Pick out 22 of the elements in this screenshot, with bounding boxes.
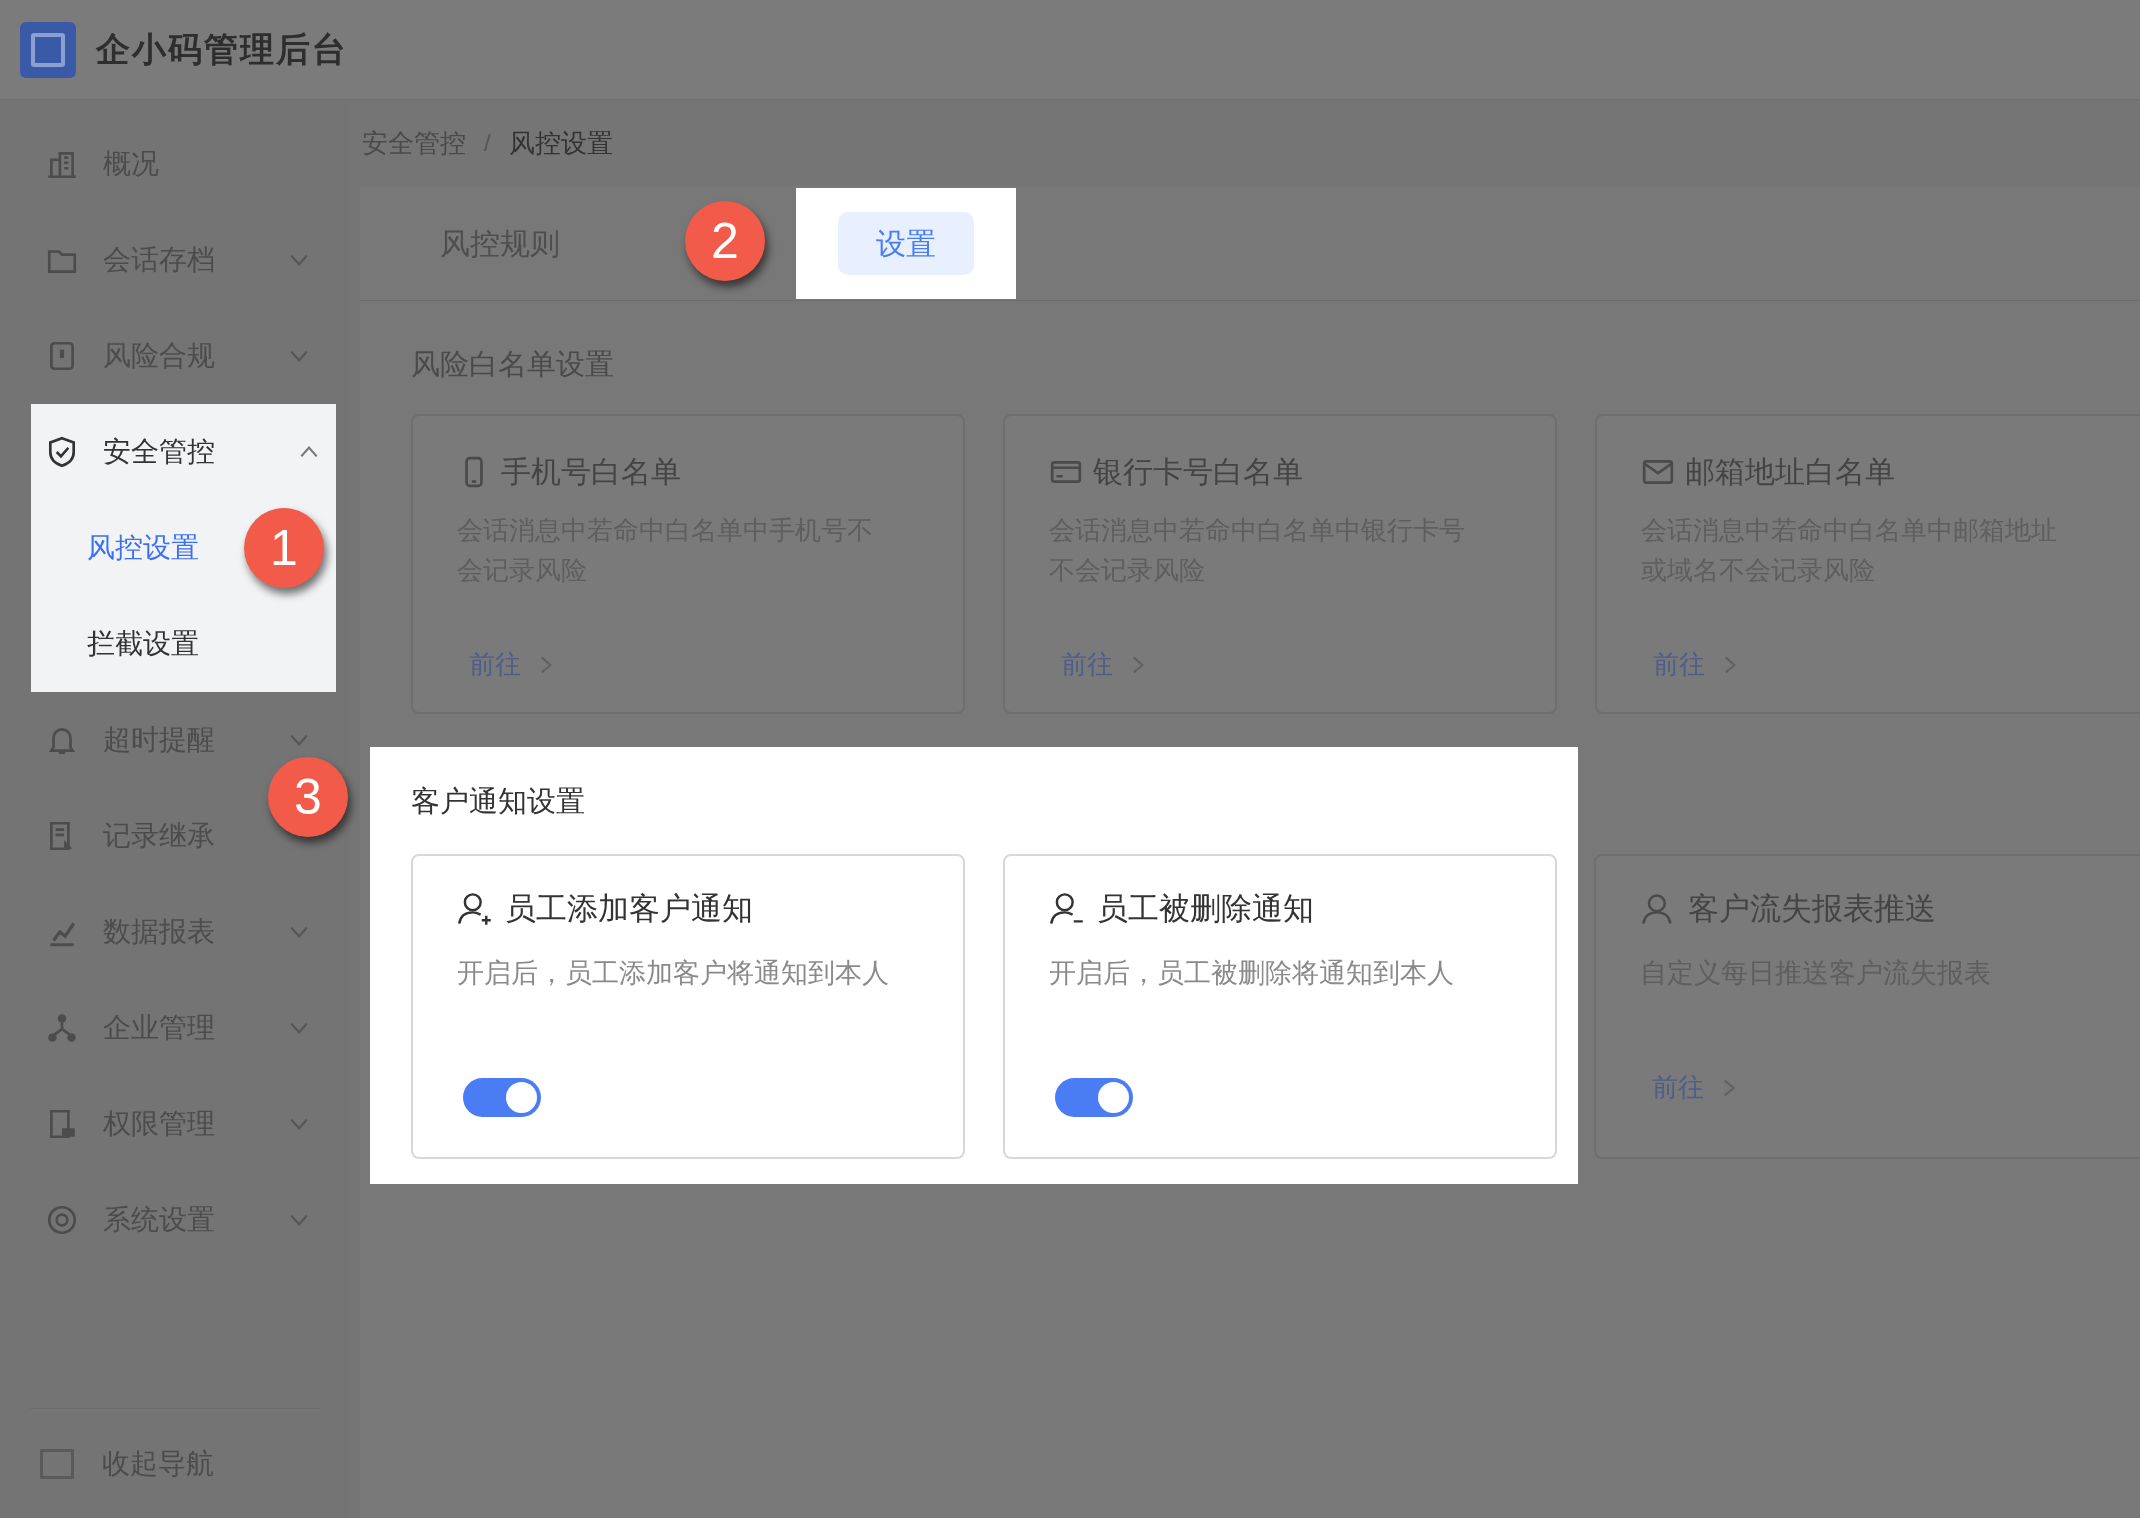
section-title: 客户通知设置	[411, 784, 586, 819]
settings-icon	[45, 1203, 79, 1237]
toggle-switch[interactable]	[1055, 1078, 1133, 1117]
callout-badge: 2	[685, 200, 765, 281]
card-title: 员工添加客户通知	[505, 890, 753, 928]
submenu-item[interactable]: 风控设置	[87, 527, 199, 569]
hierarchy-icon	[45, 1011, 79, 1045]
card-description: 开启后，员工被删除将通知到本人	[1049, 956, 1455, 990]
breadcrumb-item: 风控设置	[508, 126, 613, 160]
card-title: 员工被删除通知	[1097, 890, 1314, 928]
card-description: 开启后，员工添加客户将通知到本人	[457, 956, 890, 990]
toggle-switch[interactable]	[463, 1078, 541, 1117]
user-add-icon	[457, 891, 493, 928]
breadcrumb-separator: /	[484, 128, 491, 158]
logo-icon	[20, 21, 76, 78]
collapse-icon	[40, 1448, 74, 1479]
app-title: 企小码管理后台	[96, 29, 348, 70]
tab[interactable]: 设置	[838, 211, 974, 275]
submenu-item[interactable]: 拦截设置	[87, 623, 199, 665]
sidebar-label: 安全管控	[103, 435, 216, 469]
sidebar-item[interactable]: 安全管控	[31, 404, 336, 500]
callout-badge: 1	[244, 508, 324, 588]
